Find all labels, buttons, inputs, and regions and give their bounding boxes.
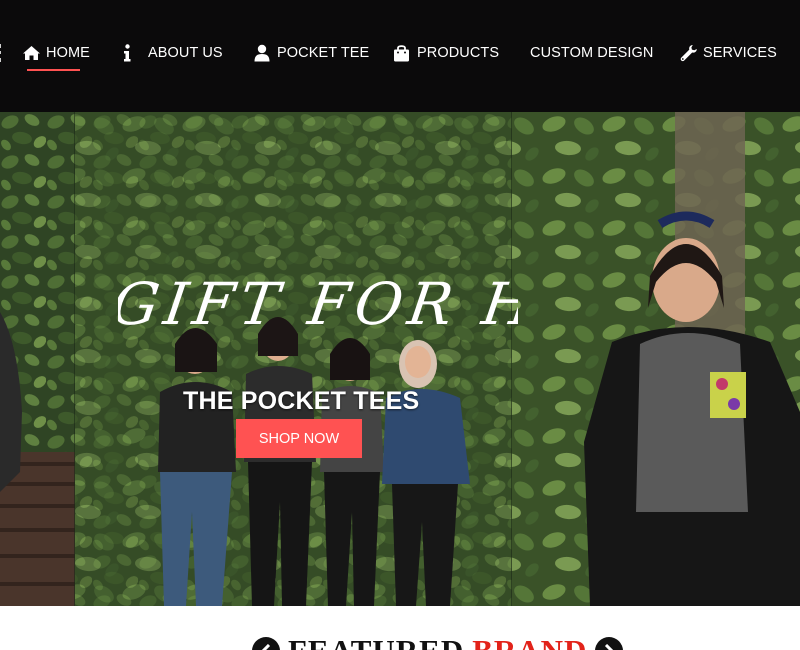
- nav-menu: HOME ABOUT US POCKET TEE PRODUCTS CUSTOM…: [0, 0, 800, 112]
- nav-label-services: SERVICES: [703, 45, 777, 61]
- hero-title: THE POCKET TEES: [183, 387, 420, 415]
- nav-item-services[interactable]: SERVICES: [680, 42, 777, 64]
- home-icon: [22, 45, 41, 61]
- info-icon: [123, 44, 131, 62]
- featured-word: FEATURED: [288, 633, 464, 650]
- nav-label-about-us: ABOUT US: [148, 45, 223, 61]
- hero-slider: GIFT FOR HER THE POCKET TEES SHOP NOW: [0, 112, 800, 606]
- nav-item-products[interactable]: PRODUCTS: [393, 42, 499, 64]
- brand-word: BRAND: [472, 633, 587, 650]
- nav-item-custom-design[interactable]: CUSTOM DESIGN: [530, 42, 654, 64]
- user-icon: [254, 44, 270, 62]
- active-nav-indicator: [27, 69, 80, 71]
- nav-label-custom-design: CUSTOM DESIGN: [530, 45, 654, 61]
- nav-item-about-us[interactable]: ABOUT US: [123, 42, 223, 64]
- shopping-bag-icon: [393, 44, 410, 62]
- chevron-left-icon[interactable]: [252, 637, 280, 650]
- nav-item-home[interactable]: HOME: [22, 42, 90, 64]
- nav-label-products: PRODUCTS: [417, 45, 500, 61]
- featured-brand-section: FEATURED BRAND: [0, 606, 800, 650]
- hero-script-title: GIFT FOR HER: [118, 270, 518, 338]
- hero-script-text: GIFT FOR HER: [118, 270, 518, 338]
- featured-heading: FEATURED BRAND: [252, 633, 624, 650]
- wrench-icon: [680, 44, 698, 62]
- hero-background-photo: [0, 112, 800, 606]
- nav-item-pocket-tee[interactable]: POCKET TEE: [254, 42, 369, 64]
- top-navbar: HOME ABOUT US POCKET TEE PRODUCTS CUSTOM…: [0, 0, 800, 112]
- nav-label-home: HOME: [46, 45, 90, 61]
- nav-label-pocket-tee: POCKET TEE: [277, 45, 370, 61]
- shop-now-button[interactable]: SHOP NOW: [236, 419, 362, 458]
- chevron-right-icon[interactable]: [595, 637, 624, 650]
